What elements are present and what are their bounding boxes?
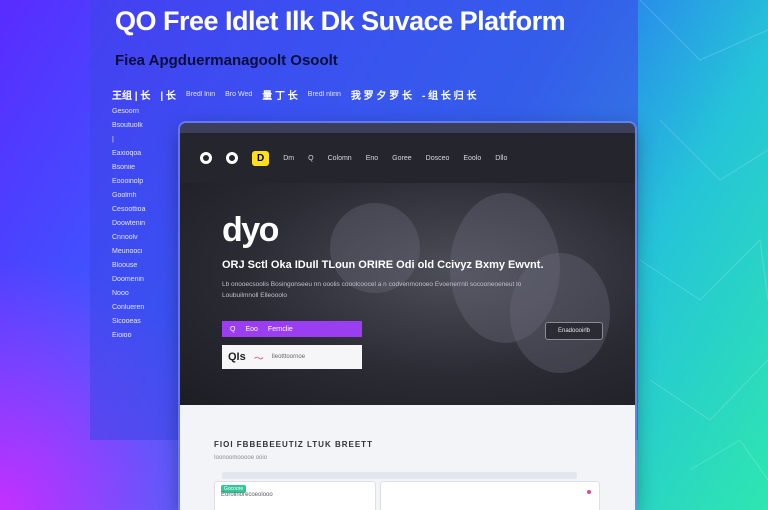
site-nav: D Dm Q Colomn Eno Goree Dosceo Eoolo Dll… [180,133,635,183]
logo-ring-icon [200,152,212,164]
swoosh-icon: 〜 [253,353,264,365]
side-list-item[interactable]: Doowtenin [112,220,182,227]
secondary-cta-button[interactable]: QIs 〜 Ileotttoornoe [222,345,362,369]
side-list-item[interactable]: Bsoniie [112,164,182,171]
nav-item[interactable]: Bredl lnin [186,91,215,98]
nav-item[interactable]: | 长 [160,87,176,102]
window-chrome [180,123,635,133]
side-list-item[interactable]: Doomenin [112,276,182,283]
card-label: Eorolinorecoeolooo [221,492,273,498]
feature-card[interactable]: Gocoore Eorolinorecoeolooo [214,481,376,510]
nav-item[interactable]: 王组 | 长 [112,87,150,102]
browser-window: D Dm Q Colomn Eno Goree Dosceo Eoolo Dll… [180,123,635,510]
cta-label: Ileotttoornoe [271,354,306,360]
cta-label: Eoo [245,325,258,333]
nav-item[interactable]: 我 罗 夕 罗 长 [351,87,412,102]
page-title: QO Free Idlet Ilk Dk Suvace Platform [115,6,566,36]
side-list-item[interactable]: Nooo [112,290,182,297]
side-list-item[interactable]: Eoooinolp [112,178,182,185]
nav-link[interactable]: Dm [283,155,294,162]
side-list-item[interactable]: Slcooeas [112,318,182,325]
nav-item[interactable]: Bredl nlirin [308,91,341,98]
side-list: Gesoorn Bsoutuolk | Eaxioqoa Bsoniie Eoo… [112,108,182,339]
ghost-button[interactable]: Enadoooirlb [545,322,603,340]
nav-link[interactable]: Eno [366,155,378,162]
hero-section: dyo ORJ Sctl Oka IDuIl TLoun ORIRE Odi o… [180,183,635,405]
logo-ring-icon [226,152,238,164]
hero-description: Lb onooecsoolis Bosingonseeu nn ooolis c… [222,281,522,299]
side-list-item[interactable]: | [112,136,182,143]
side-list-item[interactable]: Eioioo [112,332,182,339]
nav-link[interactable]: Eoolo [463,155,481,162]
brand-logo-text: dyo [222,211,279,249]
cta-icon: Q [230,325,236,333]
cta-label: Fernclie [267,325,293,333]
features-section: FIOI FBBEBEEUTIZ LTUK BREETT Ioonoomoooo… [180,405,635,510]
side-list-item[interactable]: Goolmh [112,192,182,199]
primary-cta-button[interactable]: Q Eoo Fernclie [222,321,362,337]
side-list-item[interactable]: Gesoorn [112,108,182,115]
nav-link[interactable]: Dllo [495,155,507,162]
hero-tagline: ORJ Sctl Oka IDuIl TLoun ORIRE Odi old C… [222,259,544,271]
section-subtitle: Ioonoomooooe ooio [214,455,268,461]
page-subtitle: Fiea Apgduermanagoolt Osoolt [115,52,338,69]
nav-link[interactable]: Colomn [328,155,352,162]
nav-link[interactable]: Q [308,155,313,162]
nav-link[interactable]: Dosceo [426,155,450,162]
status-dot-icon [587,490,591,494]
side-list-item[interactable]: Cnnoolv [112,234,182,241]
feature-card[interactable] [380,481,600,510]
search-input[interactable] [222,472,577,479]
nav-item[interactable]: Bro Wed [225,91,252,98]
side-list-item[interactable]: Meunooci [112,248,182,255]
top-nav-strip: 王组 | 长 | 长 Bredl lnin Bro Wed 量 丁 长 Bred… [112,86,612,102]
nav-item[interactable]: 量 丁 长 [262,87,298,102]
side-list-item[interactable]: Bloouse [112,262,182,269]
section-title: FIOI FBBEBEEUTIZ LTUK BREETT [214,440,373,449]
nav-link[interactable]: Goree [392,155,411,162]
side-list-item[interactable]: Cesoottioa [112,206,182,213]
background-blob [510,253,610,373]
cta-mark: QIs [228,351,246,363]
side-list-item[interactable]: Bsoutuolk [112,122,182,129]
side-list-item[interactable]: Conlueren [112,304,182,311]
side-list-item[interactable]: Eaxioqoa [112,150,182,157]
nav-item[interactable]: - 组 长 归 长 [422,87,476,102]
logo-badge[interactable]: D [252,150,270,166]
